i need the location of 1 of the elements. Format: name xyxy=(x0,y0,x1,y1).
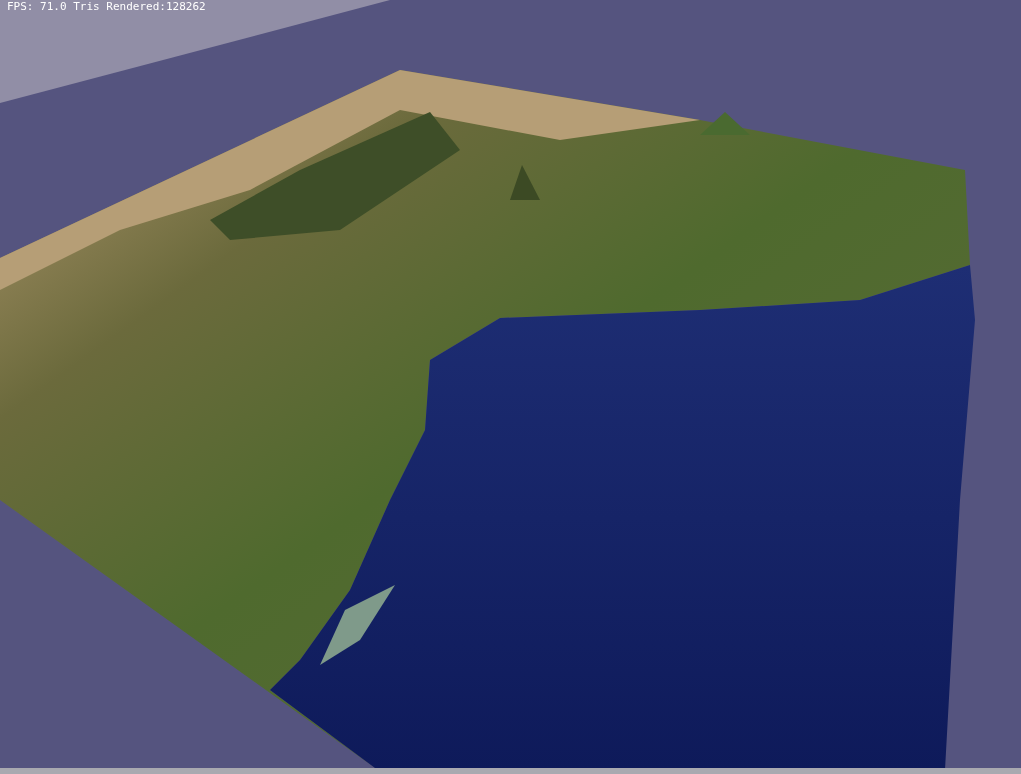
fps-overlay-text: FPS: 71.0 Tris Rendered:128262 xyxy=(7,0,206,14)
